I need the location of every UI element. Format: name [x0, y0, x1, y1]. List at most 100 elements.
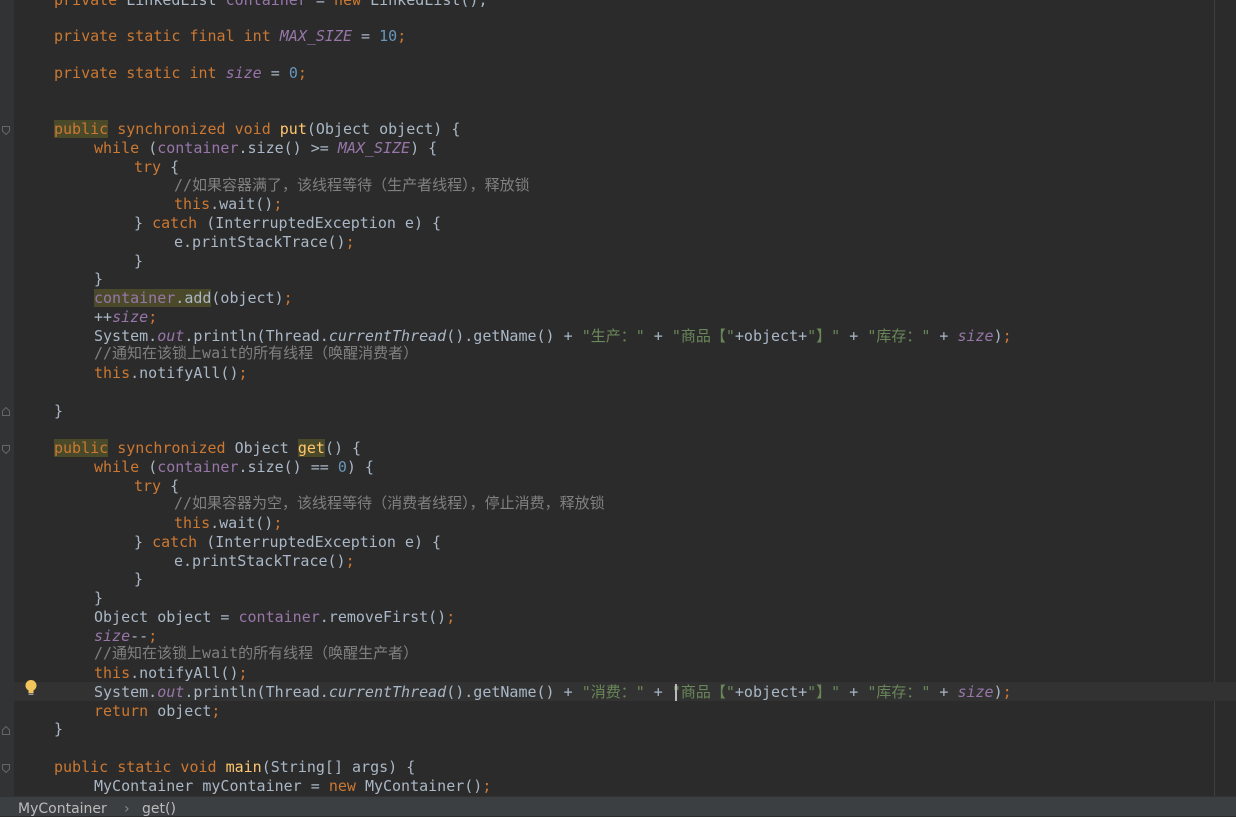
method-name: main	[225, 758, 262, 776]
string-literal: "生产："	[581, 327, 645, 345]
code-line: }	[54, 720, 63, 739]
static-field: MAX_SIZE	[337, 139, 411, 157]
code-editor[interactable]: private LinkedList container = new Linke…	[0, 0, 1236, 796]
code-text: .wait()	[210, 514, 274, 532]
semicolon: ;	[345, 552, 355, 570]
operator: +	[930, 327, 958, 345]
code-line: e.printStackTrace();	[174, 233, 355, 252]
semicolon: ;	[283, 289, 293, 307]
code-text: }	[134, 214, 153, 232]
breadcrumb-method[interactable]: get()	[142, 801, 176, 817]
code-text: () {	[324, 439, 362, 457]
code-text: System.	[94, 327, 158, 345]
fold-marker-icon[interactable]	[2, 407, 10, 416]
semicolon: ;	[446, 608, 456, 626]
keyword: try	[134, 477, 171, 495]
intention-bulb-icon[interactable]	[24, 679, 38, 697]
code-text: .notifyAll()	[130, 364, 239, 382]
semicolon: ;	[273, 195, 283, 213]
code-text: .size() ==	[238, 458, 338, 476]
operator: +	[840, 683, 868, 701]
code-line: ++size;	[94, 308, 157, 327]
code-line: } catch (InterruptedException e) {	[134, 533, 441, 552]
code-line: }	[134, 570, 143, 589]
static-field: size	[957, 683, 994, 701]
code-line: }	[94, 589, 103, 608]
comment: //通知在该锁上wait的所有线程（唤醒消费者）	[94, 344, 419, 362]
static-field: size	[112, 308, 149, 326]
fold-marker-icon[interactable]	[2, 764, 10, 773]
code-text: (	[148, 139, 158, 157]
code-text: (	[148, 458, 158, 476]
code-text: (InterruptedException e) {	[206, 214, 442, 232]
code-text: {	[170, 477, 180, 495]
semicolon: ;	[1002, 683, 1012, 701]
code-line: public synchronized Object get() {	[54, 439, 361, 458]
code-text: e.printStackTrace()	[174, 552, 346, 570]
operator: --	[130, 627, 149, 645]
operator: =	[261, 64, 289, 82]
semicolon: ;	[482, 777, 492, 795]
keyword: new	[333, 0, 371, 9]
code-text: {	[170, 158, 180, 176]
static-field: size	[94, 627, 131, 645]
semicolon: ;	[238, 664, 248, 682]
operator: =	[352, 27, 380, 45]
code-text: .size() >=	[238, 139, 338, 157]
field-name: container	[157, 139, 239, 157]
code-text: System.	[94, 683, 158, 701]
keyword: this	[174, 514, 211, 532]
code-line: //通知在该锁上wait的所有线程（唤醒消费者）	[94, 344, 418, 363]
number-literal: 0	[288, 64, 298, 82]
code-line: System.out.println(Thread.currentThread(…	[94, 683, 1012, 702]
semicolon: ;	[397, 27, 407, 45]
code-line: //如果容器为空，该线程等待（消费者线程），停止消费，释放锁	[174, 494, 605, 513]
comment: //如果容器为空，该线程等待（消费者线程），停止消费，释放锁	[174, 494, 605, 512]
semicolon: ;	[1002, 327, 1012, 345]
code-text: )	[993, 327, 1003, 345]
keyword: return	[94, 702, 158, 720]
keyword: try	[134, 158, 171, 176]
keyword: while	[94, 139, 149, 157]
code-line: Object object = container.removeFirst();	[94, 608, 455, 627]
static-field: size	[957, 327, 994, 345]
code-line: //如果容器满了，该线程等待（生产者线程），释放锁	[174, 176, 530, 195]
keyword: while	[94, 458, 149, 476]
code-text: (String[] args) {	[261, 758, 416, 776]
keyword: synchronized	[108, 439, 235, 457]
breadcrumb-class[interactable]: MyContainer	[18, 801, 107, 817]
code-text: (Object object) {	[306, 120, 461, 138]
code-text: +object+	[734, 683, 808, 701]
code-text: }	[134, 252, 144, 270]
semicolon: ;	[297, 64, 307, 82]
static-field: out	[157, 683, 185, 701]
code-text: )	[993, 683, 1003, 701]
string-literal: "消费："	[581, 683, 645, 701]
code-text: (object)	[211, 289, 284, 307]
string-literal: "】"	[807, 327, 841, 345]
fold-marker-icon[interactable]	[2, 726, 10, 735]
code-line: private static final int MAX_SIZE = 10;	[54, 27, 406, 46]
number-literal: 10	[379, 27, 398, 45]
right-margin-guide	[1214, 0, 1215, 796]
fold-marker-icon[interactable]	[2, 445, 10, 454]
field-name: container	[225, 0, 307, 9]
type-name: Object	[234, 439, 298, 457]
operator: +	[644, 683, 672, 701]
static-field: out	[157, 327, 185, 345]
code-text: ) {	[346, 458, 374, 476]
code-text: ().getName() +	[446, 683, 582, 701]
fold-marker-icon[interactable]	[2, 126, 10, 135]
code-text: +object+	[734, 327, 808, 345]
string-literal: "商品【"	[671, 683, 735, 701]
keyword: private	[54, 0, 127, 9]
code-line: MyContainer myContainer = new MyContaine…	[94, 777, 491, 796]
static-method: currentThread	[328, 683, 447, 701]
string-literal: "】"	[807, 683, 841, 701]
code-line: return object;	[94, 702, 220, 721]
code-line: private LinkedList container = new Linke…	[54, 0, 488, 10]
keyword: this	[174, 195, 211, 213]
operator: +	[644, 327, 672, 345]
code-text: .println(Thread.	[184, 327, 329, 345]
code-line: }	[94, 270, 103, 289]
